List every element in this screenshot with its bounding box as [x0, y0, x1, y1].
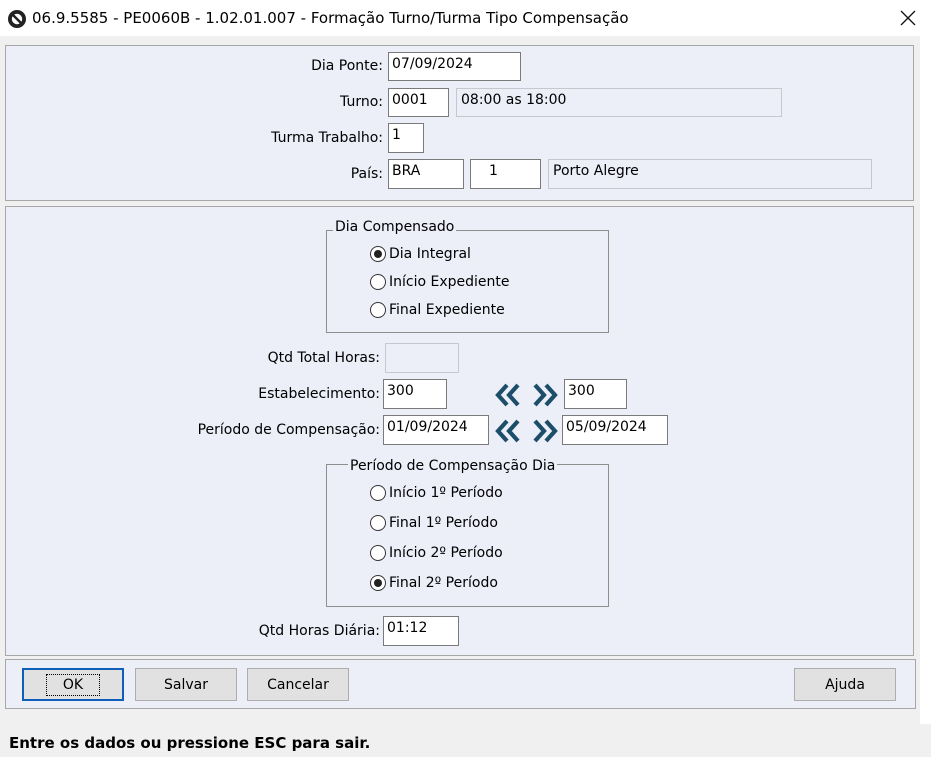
qtd-horas-diaria-label: Qtd Horas Diária: [258, 623, 380, 639]
radio-indicator[interactable] [370, 302, 386, 318]
radio-label: Final Expediente [389, 302, 505, 318]
periodo-compensacao-from-input[interactable]: 01/09/2024 [383, 415, 489, 445]
radio-final-1-periodo[interactable]: Final 1º Período [370, 515, 498, 531]
ok-button[interactable]: OK [22, 668, 124, 701]
estabelecimento-to-input[interactable]: 300 [564, 379, 627, 409]
double-chevron-left-icon[interactable] [494, 417, 522, 445]
dia-ponte-label: Dia Ponte: [311, 58, 383, 74]
window-title: 06.9.5585 - PE0060B - 1.02.01.007 - Form… [32, 9, 629, 27]
turno-input[interactable]: 0001 [388, 88, 449, 117]
cancelar-button[interactable]: Cancelar [247, 668, 349, 701]
radio-indicator[interactable] [370, 515, 386, 531]
radio-indicator[interactable] [370, 485, 386, 501]
pais-city: Porto Alegre [548, 159, 872, 189]
pais-code-input[interactable]: 1 [470, 159, 541, 189]
radio-indicator[interactable] [370, 274, 386, 290]
ajuda-button[interactable]: Ajuda [794, 668, 896, 701]
qtd-total-horas-label: Qtd Total Horas: [267, 350, 380, 366]
radio-label: Início 2º Período [389, 545, 503, 561]
close-icon [900, 10, 915, 26]
radio-label: Início 1º Período [389, 485, 503, 501]
turno-description: 08:00 as 18:00 [456, 88, 782, 117]
radio-label: Final 1º Período [389, 515, 498, 531]
radio-final-2-periodo[interactable]: Final 2º Período [370, 575, 498, 591]
qtd-horas-diaria-input[interactable]: 01:12 [383, 616, 459, 646]
radio-dia-integral[interactable]: Dia Integral [370, 246, 471, 262]
turno-label: Turno: [340, 94, 383, 110]
radio-indicator[interactable] [370, 575, 386, 591]
pais-label: País: [350, 166, 383, 182]
status-message: Entre os dados ou pressione ESC para sai… [9, 734, 371, 752]
double-chevron-left-icon[interactable] [494, 381, 522, 409]
radio-label: Dia Integral [389, 246, 471, 262]
dia-ponte-input[interactable]: 07/09/2024 [388, 52, 521, 81]
turma-trabalho-input[interactable]: 1 [388, 123, 424, 153]
periodo-compensacao-label: Período de Compensação: [197, 422, 380, 438]
turma-trabalho-label: Turma Trabalho: [271, 130, 383, 146]
qtd-total-horas-field [385, 343, 459, 373]
estabelecimento-label: Estabelecimento: [258, 386, 380, 402]
estabelecimento-from-input[interactable]: 300 [383, 379, 447, 409]
radio-label: Final 2º Período [389, 575, 498, 591]
app-logo-icon [8, 10, 26, 28]
double-chevron-right-icon[interactable] [531, 417, 559, 445]
double-chevron-right-icon[interactable] [531, 381, 559, 409]
periodo-compensacao-to-input[interactable]: 05/09/2024 [562, 415, 668, 445]
radio-indicator[interactable] [370, 545, 386, 561]
radio-final-expediente[interactable]: Final Expediente [370, 302, 505, 318]
periodo-compensacao-dia-legend: Período de Compensação Dia [348, 458, 558, 474]
radio-inicio-2-periodo[interactable]: Início 2º Período [370, 545, 503, 561]
radio-inicio-1-periodo[interactable]: Início 1º Período [370, 485, 503, 501]
pais-input[interactable]: BRA [388, 159, 464, 189]
dia-compensado-legend: Dia Compensado [333, 219, 457, 235]
salvar-button[interactable]: Salvar [135, 668, 237, 701]
radio-label: Início Expediente [389, 274, 510, 290]
radio-inicio-expediente[interactable]: Início Expediente [370, 274, 510, 290]
title-bar: 06.9.5585 - PE0060B - 1.02.01.007 - Form… [0, 0, 931, 36]
close-button[interactable] [884, 0, 931, 36]
radio-indicator[interactable] [370, 246, 386, 262]
